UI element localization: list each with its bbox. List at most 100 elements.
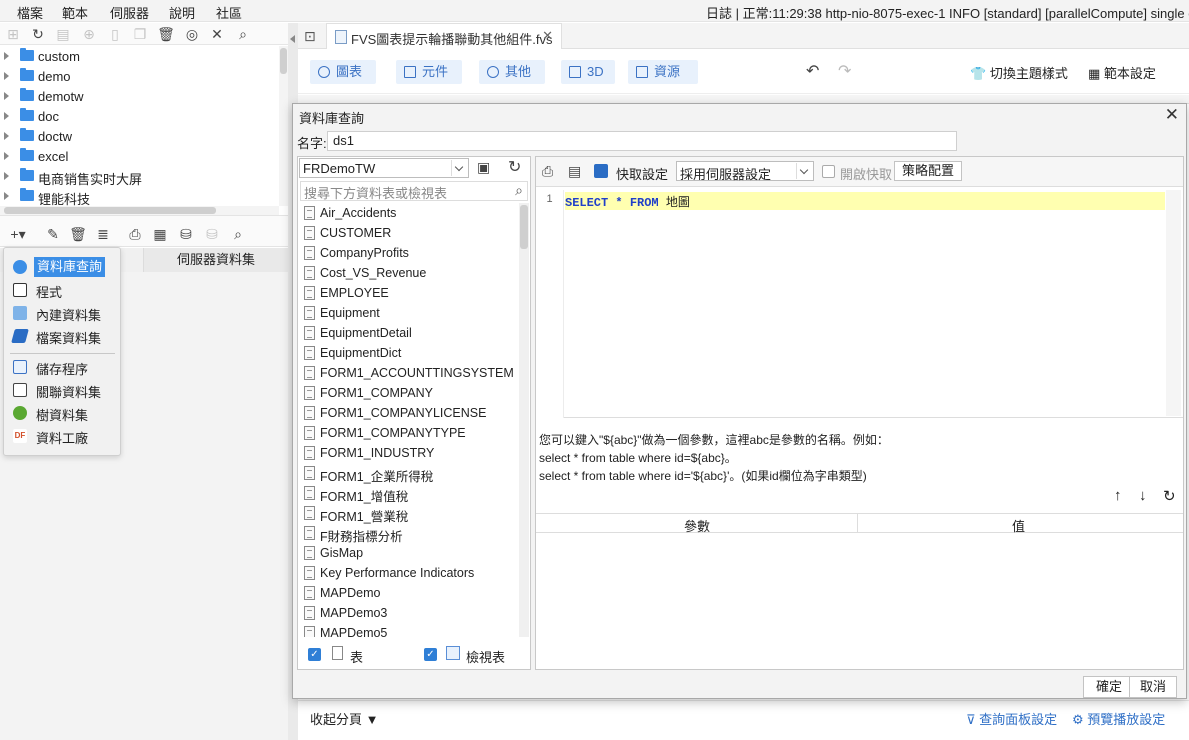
table-list-item[interactable]: FORM1_INDUSTRY (300, 443, 518, 463)
sql-icon[interactable]: ▦ (151, 225, 169, 243)
redo-icon[interactable]: ↷ (838, 61, 851, 81)
move-up-icon[interactable]: ↑ (1114, 487, 1122, 504)
other-button[interactable]: 其他 (479, 60, 545, 84)
tab-fvs-file[interactable]: FVS圖表提示輪播聯動其他組件.fvs ✕ (326, 23, 562, 49)
refresh-params-icon[interactable]: ↻ (1163, 487, 1176, 505)
table-list-item[interactable]: MAPDemo (300, 583, 518, 603)
dialog-close-icon[interactable]: ✕ (1165, 105, 1179, 125)
panel-splitter[interactable] (0, 215, 288, 223)
collapse-icon[interactable]: ✕ (208, 25, 226, 43)
template-settings-button[interactable]: ▦ 範本設定 (1088, 63, 1156, 82)
delete-icon-disabled[interactable]: ▯ (106, 25, 124, 43)
menu-program[interactable]: 程式 (10, 279, 115, 301)
strategy-button[interactable]: 策略配置 (894, 161, 962, 181)
menu-community[interactable]: 社區 (216, 3, 242, 22)
collapse-pagination-button[interactable]: 收起分頁 ▼ (310, 709, 379, 728)
preview-icon[interactable]: ⎙ (542, 163, 553, 180)
preview-icon[interactable]: ⎙ (126, 225, 144, 243)
table-list-item[interactable]: EquipmentDetail (300, 323, 518, 343)
menu-data-factory[interactable]: DF 資料工廠 (10, 425, 115, 447)
browser-settings[interactable]: ⚙ 預覽播放設定 (1072, 709, 1165, 728)
move-down-icon[interactable]: ↓ (1139, 487, 1147, 504)
table-list-item[interactable]: Equipment (300, 303, 518, 323)
name-input[interactable]: ds1 (327, 131, 957, 151)
table-list-item[interactable]: EquipmentDict (300, 343, 518, 363)
table-list-item[interactable]: Key Performance Indicators (300, 563, 518, 583)
tree-item-demo[interactable]: demo (0, 66, 278, 86)
resource-button[interactable]: 資源 (628, 60, 698, 84)
table-checkbox[interactable]: ✓ (308, 648, 321, 661)
search-dataset-icon[interactable]: ⌕ (229, 225, 247, 243)
locate-icon[interactable]: ◎ (183, 25, 201, 43)
table-list-scrollbar[interactable] (519, 203, 529, 637)
tree-item-lithium[interactable]: 锂能科技 (0, 186, 278, 207)
copy-icon[interactable]: ❐ (131, 25, 149, 43)
lock-icon[interactable]: ⊕ (80, 25, 98, 43)
search-icon[interactable]: ⌕ (234, 25, 252, 43)
table-search-input[interactable]: 搜尋下方資料表或檢視表 ⌕ (300, 181, 528, 201)
tree-item-demotw[interactable]: demotw (0, 86, 278, 106)
cache-select[interactable]: 採用伺服器設定 (676, 161, 814, 182)
tree-item-dashboard[interactable]: 电商销售实时大屏 (0, 166, 278, 187)
delete-icon[interactable]: 🗑 (157, 25, 175, 43)
table-list-item[interactable]: F財務指標分析 (300, 523, 518, 544)
menu-db-query[interactable]: 資料庫查詢 (10, 256, 115, 278)
sql-editor[interactable]: 1 SELECT * FROM 地圖 (536, 190, 1183, 418)
view-checkbox[interactable]: ✓ (424, 648, 437, 661)
tab-list-icon[interactable]: ⊡ (304, 28, 316, 45)
database-select[interactable]: FRDemoTW (299, 158, 469, 178)
tree-item-excel[interactable]: excel (0, 146, 278, 166)
table-list-item[interactable]: GisMap (300, 543, 518, 563)
tree-vscroll[interactable] (279, 46, 288, 206)
menu-template[interactable]: 範本 (62, 3, 88, 22)
tree-hscroll[interactable] (0, 206, 279, 215)
add-dataset-icon[interactable]: +▾ (6, 225, 30, 243)
table-list-item[interactable]: Cost_VS_Revenue (300, 263, 518, 283)
tree-item-doctw[interactable]: doctw (0, 126, 278, 146)
menu-help[interactable]: 說明 (169, 3, 195, 22)
refresh-icon[interactable]: ↻ (29, 25, 47, 43)
table-list-item[interactable]: FORM1_COMPANYTYPE (300, 423, 518, 443)
server-dataset-tab[interactable]: 伺服器資料集 (143, 248, 288, 272)
menu-builtin-dataset[interactable]: 內建資料集 (10, 302, 115, 324)
collapse-left-icon[interactable] (290, 35, 295, 43)
table-list-item[interactable]: CompanyProfits (300, 243, 518, 263)
db-edit-icon[interactable]: ▣ (477, 159, 490, 176)
table-list-item[interactable]: FORM1_營業稅 (300, 503, 518, 524)
menu-stored-procedure[interactable]: 儲存程序 (10, 356, 115, 378)
ok-button[interactable]: 確定 (1083, 676, 1135, 698)
table-list-item[interactable]: FORM1_增值稅 (300, 483, 518, 504)
table-list-item[interactable]: CUSTOMER (300, 223, 518, 243)
switch-theme-button[interactable]: 👕 切換主題樣式 (970, 63, 1068, 82)
table-list-item[interactable]: FORM1_企業所得稅 (300, 463, 518, 484)
menu-relation-dataset[interactable]: 關聯資料集 (10, 379, 115, 401)
db-connect-icon[interactable]: ⛁ (177, 225, 195, 243)
delete-dataset-icon[interactable]: 🗑 (69, 225, 87, 243)
undo-icon[interactable]: ↶ (806, 61, 819, 81)
tab-close-icon[interactable]: ✕ (542, 28, 553, 44)
table-list-item[interactable]: FORM1_COMPANYLICENSE (300, 403, 518, 423)
3d-button[interactable]: 3D (561, 60, 615, 84)
cancel-button[interactable]: 取消 (1129, 676, 1177, 698)
table-list-item[interactable]: Air_Accidents (300, 203, 518, 223)
component-button[interactable]: 元件 (396, 60, 462, 84)
db-disabled-icon[interactable]: ⛁ (203, 225, 221, 243)
enable-cache-checkbox[interactable] (822, 165, 835, 178)
open-icon[interactable]: ▤ (54, 25, 72, 43)
menu-tree-dataset[interactable]: 樹資料集 (10, 402, 115, 424)
new-folder-icon[interactable]: ⊞ (4, 25, 22, 43)
table-list-item[interactable]: FORM1_ACCOUNTTINGSYSTEM (300, 363, 518, 383)
menu-file-dataset[interactable]: 檔案資料集 (10, 325, 115, 347)
tree-item-doc[interactable]: doc (0, 106, 278, 126)
save-icon[interactable]: ▤ (568, 163, 581, 180)
menu-server[interactable]: 伺服器 (110, 3, 149, 22)
edit-icon[interactable]: ✎ (44, 225, 62, 243)
database-icon[interactable]: ≣ (94, 225, 112, 243)
refresh-tables-icon[interactable]: ↻ (508, 157, 521, 177)
menu-file[interactable]: 檔案 (17, 3, 43, 22)
table-list-item[interactable]: MAPDemo3 (300, 603, 518, 623)
table-list-item[interactable]: MAPDemo5 (300, 623, 518, 637)
table-list-item[interactable]: FORM1_COMPANY (300, 383, 518, 403)
query-panel-settings[interactable]: ⊽ 查詢面板設定 (966, 709, 1057, 728)
chart-button[interactable]: 圖表 (310, 60, 376, 84)
